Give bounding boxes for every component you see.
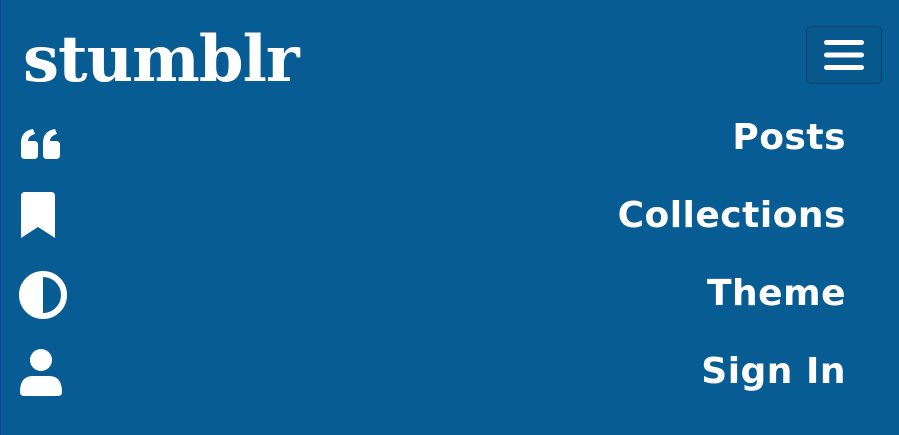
quote-icon [19,119,69,169]
nav-item-sign-in[interactable]: Sign In [1,348,899,414]
contrast-icon [19,270,69,320]
menu-toggle-button[interactable] [806,26,882,84]
site-logo[interactable]: stumblr [23,22,300,98]
nav-item-posts[interactable]: Posts [1,116,899,180]
nav-item-collections[interactable]: Collections [1,192,899,258]
bookmark-icon [19,192,69,242]
nav-item-theme[interactable]: Theme [1,270,899,336]
nav-item-label: Posts [732,117,846,158]
hamburger-icon [824,40,864,70]
site-header: stumblr [1,0,899,110]
nav-item-label: Collections [617,195,846,236]
user-icon [19,348,69,398]
nav-item-label: Theme [706,273,846,314]
nav-item-label: Sign In [701,351,846,392]
